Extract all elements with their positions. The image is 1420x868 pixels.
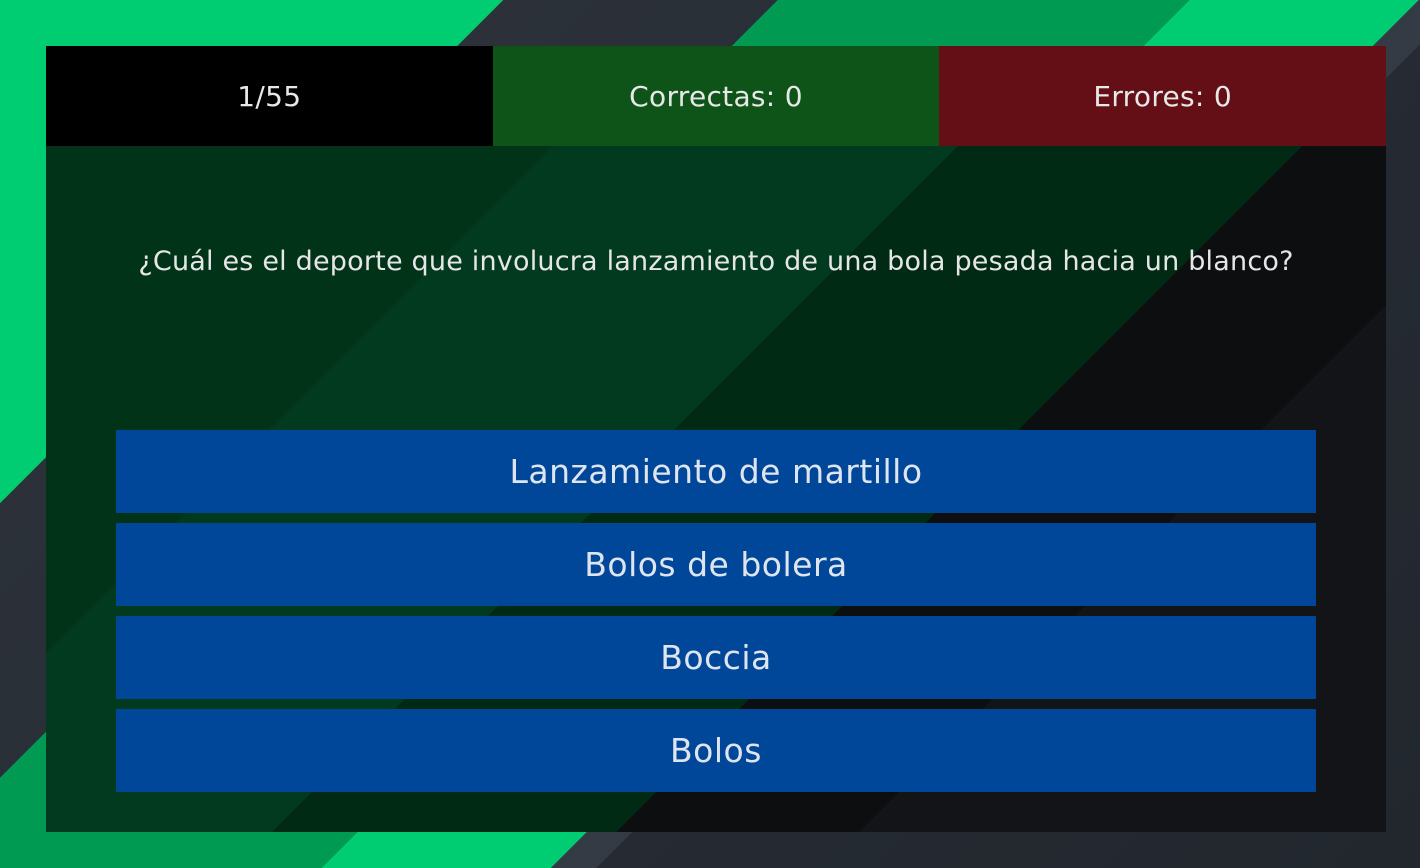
- answer-button-4[interactable]: Bolos: [116, 709, 1316, 792]
- errors-counter: Errores: 0: [939, 46, 1386, 146]
- quiz-app: 1/55 Correctas: 0 Errores: 0 ¿Cuál es el…: [46, 46, 1386, 832]
- correct-counter: Correctas: 0: [492, 46, 940, 146]
- progress-counter: 1/55: [46, 46, 493, 146]
- answer-button-3[interactable]: Boccia: [116, 616, 1316, 699]
- question-panel: ¿Cuál es el deporte que involucra lanzam…: [46, 146, 1386, 832]
- answer-button-2[interactable]: Bolos de bolera: [116, 523, 1316, 606]
- question-text: ¿Cuál es el deporte que involucra lanzam…: [138, 246, 1294, 277]
- answer-list: Lanzamiento de martillo Bolos de bolera …: [116, 430, 1316, 792]
- stats-bar: 1/55 Correctas: 0 Errores: 0: [46, 46, 1386, 146]
- answer-button-1[interactable]: Lanzamiento de martillo: [116, 430, 1316, 513]
